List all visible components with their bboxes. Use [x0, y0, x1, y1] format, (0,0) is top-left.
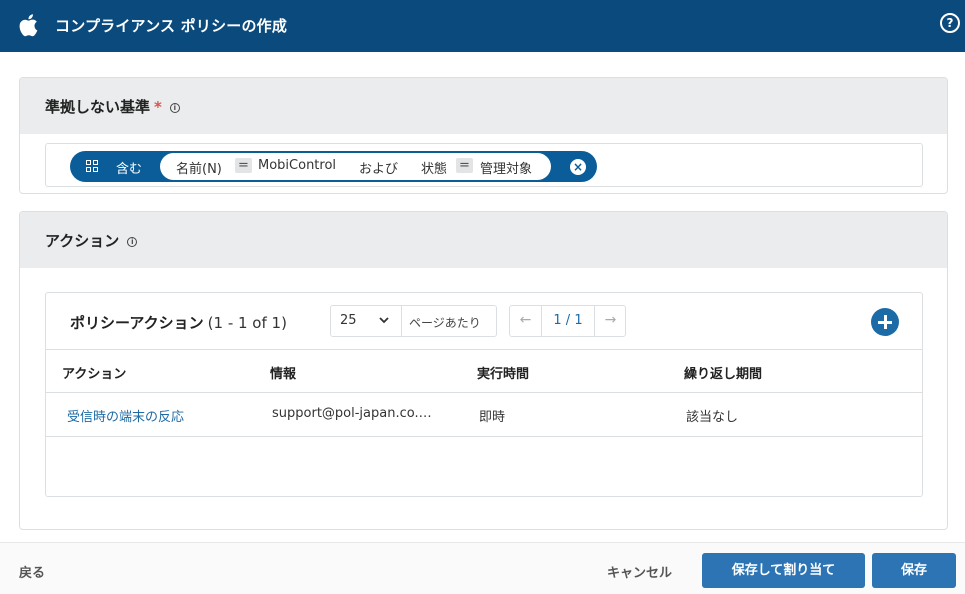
next-page-icon[interactable]: → — [594, 306, 626, 336]
save-button[interactable]: 保存 — [872, 553, 956, 588]
grid-icon — [86, 160, 99, 173]
column-header-run-time[interactable]: 実行時間 — [477, 363, 529, 382]
apple-icon — [19, 14, 38, 37]
filter-mode[interactable]: 含む — [116, 158, 142, 177]
filter-pill[interactable]: 含む 名前(N) = MobiControl および 状態 = 管理対象 × — [70, 151, 597, 182]
action-link[interactable]: 受信時の端末の反応 — [67, 406, 184, 425]
panel-title: 準拠しない基準 * i — [45, 96, 180, 117]
column-header-action[interactable]: アクション — [62, 363, 126, 382]
filter-operator: = — [235, 158, 252, 173]
table-cell: support@pol-japan.co.… — [272, 406, 432, 421]
table-cell: 該当なし — [686, 410, 739, 425]
info-icon[interactable]: i — [169, 102, 180, 113]
title-bar: コンプライアンス ポリシーの作成 ? — [0, 0, 965, 52]
per-page-value[interactable]: 25 — [340, 313, 357, 328]
pagination: ← 1 / 1 → — [509, 305, 626, 337]
noncompliance-criteria-panel: 準拠しない基準 * i 含む 名前(N) = MobiControl および 状態 … — [19, 77, 948, 194]
filter-conjunction: および — [359, 162, 399, 177]
back-button[interactable]: 戻る — [19, 562, 45, 581]
table-cell: 即時 — [479, 410, 506, 425]
footer-bar: 戻る キャンセル 保存して割り当て 保存 — [0, 542, 965, 594]
help-icon[interactable]: ? — [940, 13, 960, 33]
policy-actions-card: ポリシーアクション (1 - 1 of 1) 25 ページあたり ← 1 / 1 … — [45, 292, 923, 497]
filter-value-state: 管理対象 — [480, 162, 533, 177]
page-title: コンプライアンス ポリシーの作成 — [55, 17, 288, 35]
required-mark: * — [154, 98, 162, 116]
main-content: 準拠しない基準 * i 含む 名前(N) = MobiControl および 状態 … — [0, 52, 965, 542]
info-icon[interactable]: i — [127, 236, 138, 247]
result-range: (1 - 1 of 1) — [207, 314, 287, 332]
filter-field-name: 名前(N) — [176, 162, 222, 177]
per-page-select[interactable]: 25 ページあたり — [330, 305, 497, 337]
panel-header: アクション i — [20, 212, 947, 268]
remove-filter-icon[interactable]: × — [570, 159, 586, 175]
per-page-label: ページあたり — [409, 316, 481, 330]
column-header-repeat[interactable]: 繰り返し期間 — [684, 363, 762, 382]
divider — [401, 306, 402, 336]
actions-table: アクション 情報 実行時間 繰り返し期間 受信時の端末の反応 support@p… — [46, 349, 922, 437]
table-header: アクション 情報 実行時間 繰り返し期間 — [46, 349, 922, 393]
criteria-filter-box[interactable]: 含む 名前(N) = MobiControl および 状態 = 管理対象 × — [45, 143, 923, 187]
actions-title: アクション — [45, 232, 120, 250]
table-row[interactable]: 受信時の端末の反応 support@pol-japan.co.… 即時 該当なし — [46, 393, 922, 437]
cancel-button[interactable]: キャンセル — [607, 562, 672, 581]
prev-page-icon[interactable]: ← — [510, 306, 542, 336]
filter-field-state: 状態 — [421, 162, 448, 177]
panel-title: アクション i — [45, 230, 138, 251]
noncompliance-title: 準拠しない基準 — [45, 98, 151, 116]
filter-value-name: MobiControl — [258, 158, 337, 173]
panel-header: 準拠しない基準 * i — [20, 78, 947, 134]
save-and-assign-button[interactable]: 保存して割り当て — [702, 553, 865, 588]
page-indicator: 1 / 1 — [553, 313, 583, 328]
policy-actions-heading: ポリシーアクション (1 - 1 of 1) — [70, 312, 287, 333]
column-header-info[interactable]: 情報 — [270, 363, 296, 382]
policy-actions-title: ポリシーアクション — [70, 314, 204, 332]
chevron-down-icon[interactable] — [379, 315, 389, 325]
actions-panel: アクション i ポリシーアクション (1 - 1 of 1) 25 ページあたり ←… — [19, 211, 948, 530]
filter-expression[interactable]: 名前(N) = MobiControl および 状態 = 管理対象 — [160, 153, 551, 180]
filter-operator: = — [456, 158, 473, 173]
add-action-button[interactable] — [871, 308, 899, 336]
